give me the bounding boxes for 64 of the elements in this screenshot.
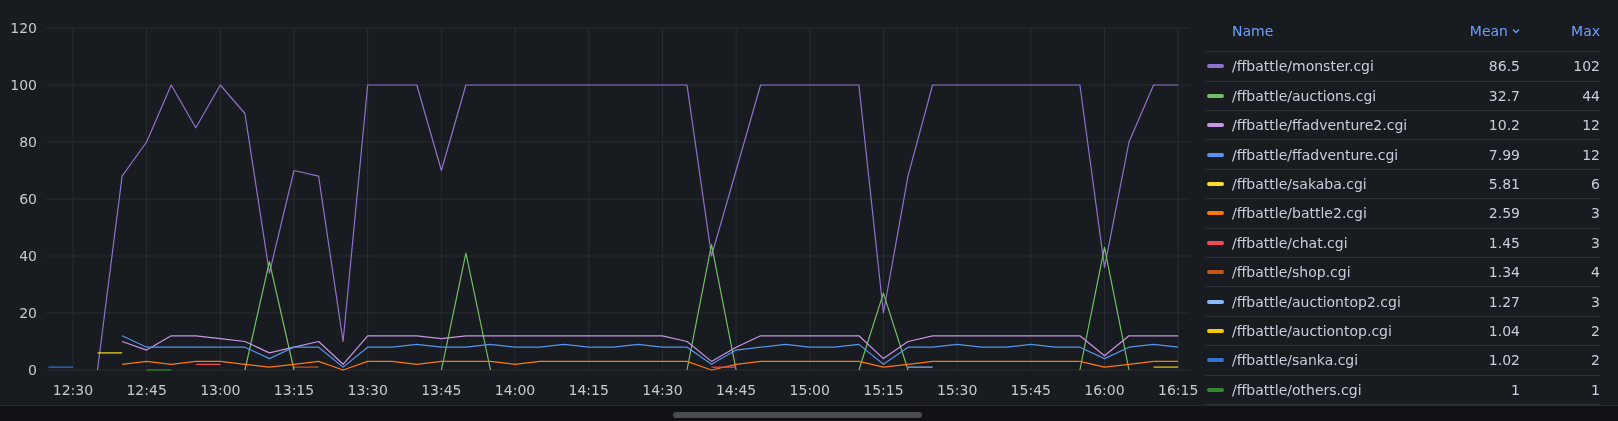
column-header[interactable]: Name [1232, 22, 1274, 39]
max-value: 2 [1590, 352, 1600, 369]
x-tick-label: 15:45 [1010, 382, 1051, 398]
mean-value: 1.45 [1487, 234, 1520, 251]
column-header[interactable]: Mean [1469, 22, 1520, 39]
series-name[interactable]: /ffbattle/auctiontop2.cgi [1232, 293, 1420, 310]
y-tick-label: 80 [19, 134, 37, 150]
mean-value: 10.2 [1487, 117, 1520, 134]
max-value: 3 [1590, 234, 1600, 251]
x-tick-label: 15:30 [936, 382, 978, 398]
y-tick-label: 20 [19, 305, 37, 321]
y-tick-label: 40 [19, 248, 37, 264]
mean-value: 1 [1510, 381, 1520, 398]
scrollbar-thumb[interactable] [673, 412, 922, 418]
series-name[interactable]: /ffbattle/others.cgi [1232, 381, 1420, 398]
x-tick-label: 13:00 [200, 382, 241, 398]
x-tick-label: 15:00 [789, 382, 830, 398]
mean-value: 2.59 [1487, 205, 1520, 222]
series-name[interactable]: /ffbattle/monster.cgi [1232, 58, 1420, 75]
series-name[interactable]: /ffbattle/sakaba.cgi [1232, 176, 1420, 193]
max-value: 102 [1572, 58, 1600, 75]
x-tick-label: 16:00 [1084, 382, 1125, 398]
x-tick-label: 12:30 [52, 382, 94, 398]
chevron-down-icon [1512, 27, 1520, 34]
max-value: 3 [1590, 293, 1600, 310]
mean-value: 1.02 [1487, 352, 1520, 369]
x-tick-label: 14:00 [494, 382, 536, 398]
max-value: 2 [1590, 323, 1600, 339]
mean-value: 5.81 [1487, 176, 1520, 193]
series-name[interactable]: /ffbattle/auctiontop.cgi [1232, 323, 1420, 339]
max-value: 12 [1581, 117, 1600, 134]
x-tick-label: 14:45 [715, 382, 757, 398]
max-value: 44 [1581, 87, 1600, 104]
mean-value: 86.5 [1487, 58, 1520, 75]
x-tick-label: 12:45 [126, 382, 167, 398]
x-tick-label: 14:15 [568, 382, 609, 398]
mean-value: 32.7 [1487, 87, 1520, 104]
max-value: 6 [1590, 176, 1600, 193]
x-tick-label: 13:30 [347, 382, 388, 398]
x-tick-label: 16:15 [1158, 382, 1199, 398]
series-name[interactable]: /ffbattle/ffadventure.cgi [1232, 146, 1420, 163]
max-value: 1 [1590, 381, 1600, 398]
mean-value: 1.04 [1487, 323, 1520, 339]
series-name[interactable]: /ffbattle/ffadventure2.cgi [1232, 117, 1420, 134]
y-tick-label: 0 [28, 362, 37, 378]
x-tick-label: 13:15 [273, 382, 315, 398]
max-value: 3 [1590, 205, 1600, 222]
y-tick-label: 100 [10, 77, 37, 93]
series-name[interactable]: /ffbattle/auctions.cgi [1232, 87, 1420, 104]
series-name[interactable]: /ffbattle/chat.cgi [1232, 234, 1420, 251]
max-value: 12 [1581, 146, 1600, 163]
mean-value: 7.99 [1487, 146, 1520, 163]
x-tick-label: 13:45 [421, 382, 462, 398]
y-tick-label: 120 [10, 20, 37, 36]
x-tick-label: 14:30 [642, 382, 683, 398]
y-tick-label: 60 [19, 191, 37, 207]
mean-value: 1.27 [1487, 293, 1520, 310]
x-tick-label: 15:15 [863, 382, 904, 398]
mean-value: 1.34 [1487, 264, 1520, 281]
series-name[interactable]: /ffbattle/battle2.cgi [1232, 205, 1420, 222]
max-value: 4 [1590, 264, 1600, 281]
series-name[interactable]: /ffbattle/shop.cgi [1232, 264, 1420, 281]
column-header[interactable]: Max [1571, 22, 1600, 39]
series-name[interactable]: /ffbattle/sanka.cgi [1232, 352, 1420, 369]
